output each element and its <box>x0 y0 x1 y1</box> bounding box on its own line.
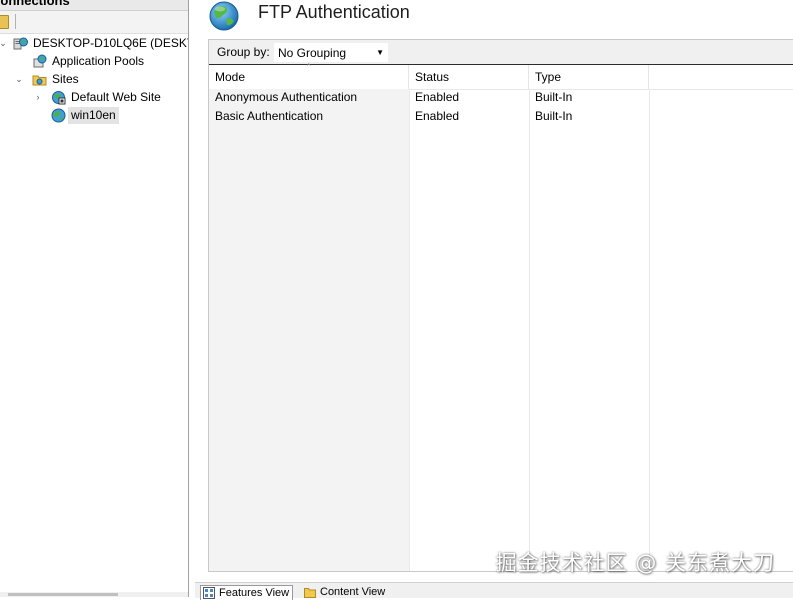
column-header-label: Status <box>415 70 450 84</box>
connections-header: Connections <box>0 0 188 11</box>
tab-label: Features View <box>219 587 290 599</box>
sites-folder-icon <box>32 75 47 86</box>
globe-icon <box>51 108 66 123</box>
cell-mode: Basic Authentication <box>215 109 324 123</box>
column-header-row: Mode ⌃ Status Type <box>209 62 793 90</box>
column-divider <box>649 89 650 571</box>
tree-node-server[interactable]: ⌄ DESKTOP-D10LQ6E (DESKTOP <box>0 35 188 52</box>
cell-mode: Anonymous Authentication <box>215 90 358 104</box>
cell-type: Built-In <box>535 90 573 104</box>
website-icon <box>52 91 66 105</box>
group-by-value: No Grouping <box>278 46 347 60</box>
group-by-dropdown[interactable]: No Grouping ▼ <box>273 42 389 63</box>
table-row[interactable]: Anonymous Authentication Enabled Built-I… <box>209 88 793 107</box>
mode-column-shading <box>209 89 409 571</box>
tree-label-application-pools: Application Pools <box>52 54 145 68</box>
column-header-type[interactable]: Type <box>529 65 649 89</box>
column-header-status[interactable]: Status <box>409 65 529 89</box>
dropdown-arrow-icon: ▼ <box>376 48 384 57</box>
app-pools-icon <box>33 54 47 68</box>
table-row[interactable]: Basic Authentication Enabled Built-In <box>209 107 793 126</box>
column-header-label: Mode <box>215 70 246 84</box>
scrollbar-thumb[interactable] <box>8 593 118 596</box>
tree-label-win10en: win10en <box>68 107 119 124</box>
tree-node-default-web-site[interactable]: › Default Web Site <box>0 89 188 106</box>
toolbar-separator <box>15 14 16 29</box>
page-title: FTP Authentication <box>258 2 410 22</box>
sort-ascending-icon: ⌃ <box>305 62 313 72</box>
connections-pane: Connections ⌄ DESKTOP-D10LQ6E (DESKTOP A… <box>0 0 189 597</box>
tree-node-application-pools[interactable]: Application Pools <box>0 53 188 70</box>
tree-label-default-web-site: Default Web Site <box>71 90 161 104</box>
features-view-icon <box>203 587 215 599</box>
server-icon <box>13 37 28 50</box>
cell-status: Enabled <box>415 90 460 104</box>
tree-label-server: DESKTOP-D10LQ6E (DESKTOP <box>33 36 188 50</box>
tab-label: Content View <box>320 586 386 598</box>
globe-icon <box>209 1 239 31</box>
tree-node-sites[interactable]: ⌄ Sites <box>0 71 188 88</box>
cell-type: Built-In <box>535 109 573 123</box>
content-view-icon <box>304 588 316 598</box>
feature-pane: FTP Authentication Group by: No Grouping… <box>195 0 793 600</box>
group-by-bar: Group by: No Grouping ▼ <box>209 40 793 64</box>
tree-label-sites: Sites <box>52 72 79 86</box>
column-divider <box>409 89 410 571</box>
column-divider <box>529 89 530 571</box>
horizontal-scrollbar[interactable] <box>0 592 188 597</box>
chevron-down-icon[interactable]: ⌄ <box>0 35 8 52</box>
cell-status: Enabled <box>415 109 460 123</box>
connections-toolbar <box>0 11 188 34</box>
chevron-down-icon[interactable]: ⌄ <box>14 71 24 88</box>
view-tabs-bar: Features View Content View <box>195 582 793 600</box>
watermark-text: 掘金技术社区 @ 关东煮大刀 <box>495 551 775 575</box>
tab-features-view[interactable]: Features View <box>200 585 294 600</box>
chevron-right-icon[interactable]: › <box>33 89 43 106</box>
authentication-list: Group by: No Grouping ▼ Mode ⌃ Status Ty… <box>208 39 793 572</box>
column-header-label: Type <box>535 70 562 84</box>
group-by-label: Group by: <box>217 45 270 59</box>
folder-icon[interactable] <box>0 15 9 29</box>
tree-node-win10en[interactable]: win10en <box>0 107 188 124</box>
